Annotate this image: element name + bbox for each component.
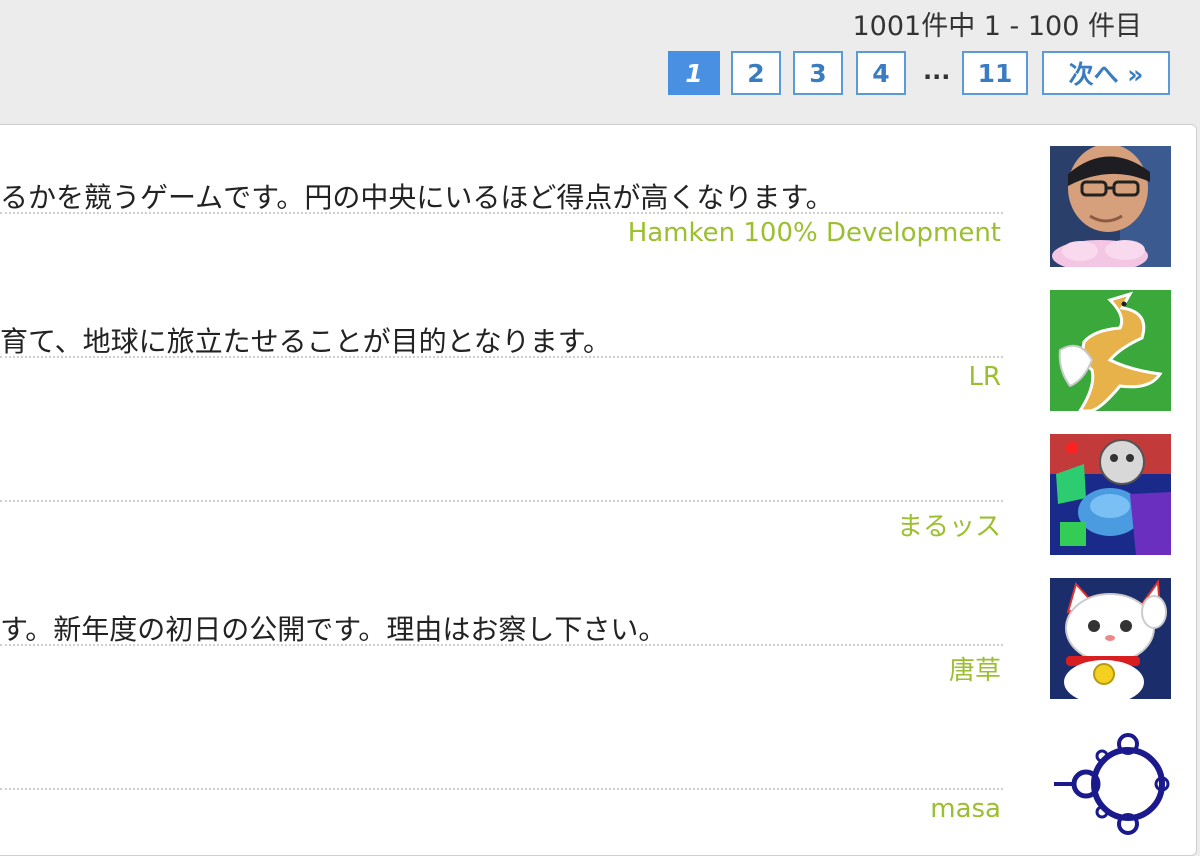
list-item: す。新年度の初日の公開です。理由はお察し下さい。 唐草 — [0, 556, 1200, 700]
fox-icon[interactable] — [1050, 290, 1171, 411]
author-link[interactable]: 唐草 — [949, 650, 1001, 687]
author-link[interactable]: まるッス — [897, 506, 1001, 543]
author-link[interactable]: Hamken 100% Development — [628, 218, 1001, 248]
pagination: 1 2 3 4 ... 11 次へ » — [668, 51, 1178, 99]
author-link[interactable]: masa — [930, 794, 1001, 824]
page-3-link[interactable]: 3 — [793, 51, 843, 95]
pagination-ellipsis: ... — [923, 57, 951, 85]
divider — [0, 212, 1003, 214]
lucky-cat-icon[interactable] — [1050, 578, 1171, 699]
page-1-current[interactable]: 1 — [668, 51, 720, 95]
divider — [0, 356, 1003, 358]
list-item: 育て、地球に旅立たせることが目的となります。 LR — [0, 268, 1200, 412]
next-page-link[interactable]: 次へ » — [1042, 51, 1170, 95]
list-item: masa — [0, 700, 1200, 844]
pixel-monsters-icon[interactable] — [1050, 434, 1171, 555]
divider — [0, 788, 1003, 790]
mandelbrot-icon[interactable] — [1050, 722, 1171, 843]
divider — [0, 644, 1003, 646]
results-count: 1001件中 1 - 100 件目 — [852, 11, 1143, 42]
list-header: 1001件中 1 - 100 件目 1 2 3 4 ... 11 次へ » — [0, 0, 1200, 124]
page-11-link[interactable]: 11 — [962, 51, 1028, 95]
list-item: るかを競うゲームです。円の中央にいるほど得点が高くなります。 Hamken 10… — [0, 124, 1200, 268]
person-photo-icon[interactable] — [1050, 146, 1171, 267]
page-2-link[interactable]: 2 — [731, 51, 781, 95]
divider — [0, 500, 1003, 502]
list-item: まるッス — [0, 412, 1200, 556]
item-description: 育て、地球に旅立たせることが目的となります。 — [0, 325, 611, 358]
author-link[interactable]: LR — [968, 362, 1001, 392]
item-description: るかを競うゲームです。円の中央にいるほど得点が高くなります。 — [0, 181, 834, 214]
item-description: す。新年度の初日の公開です。理由はお察し下さい。 — [0, 613, 667, 646]
page-4-link[interactable]: 4 — [856, 51, 906, 95]
